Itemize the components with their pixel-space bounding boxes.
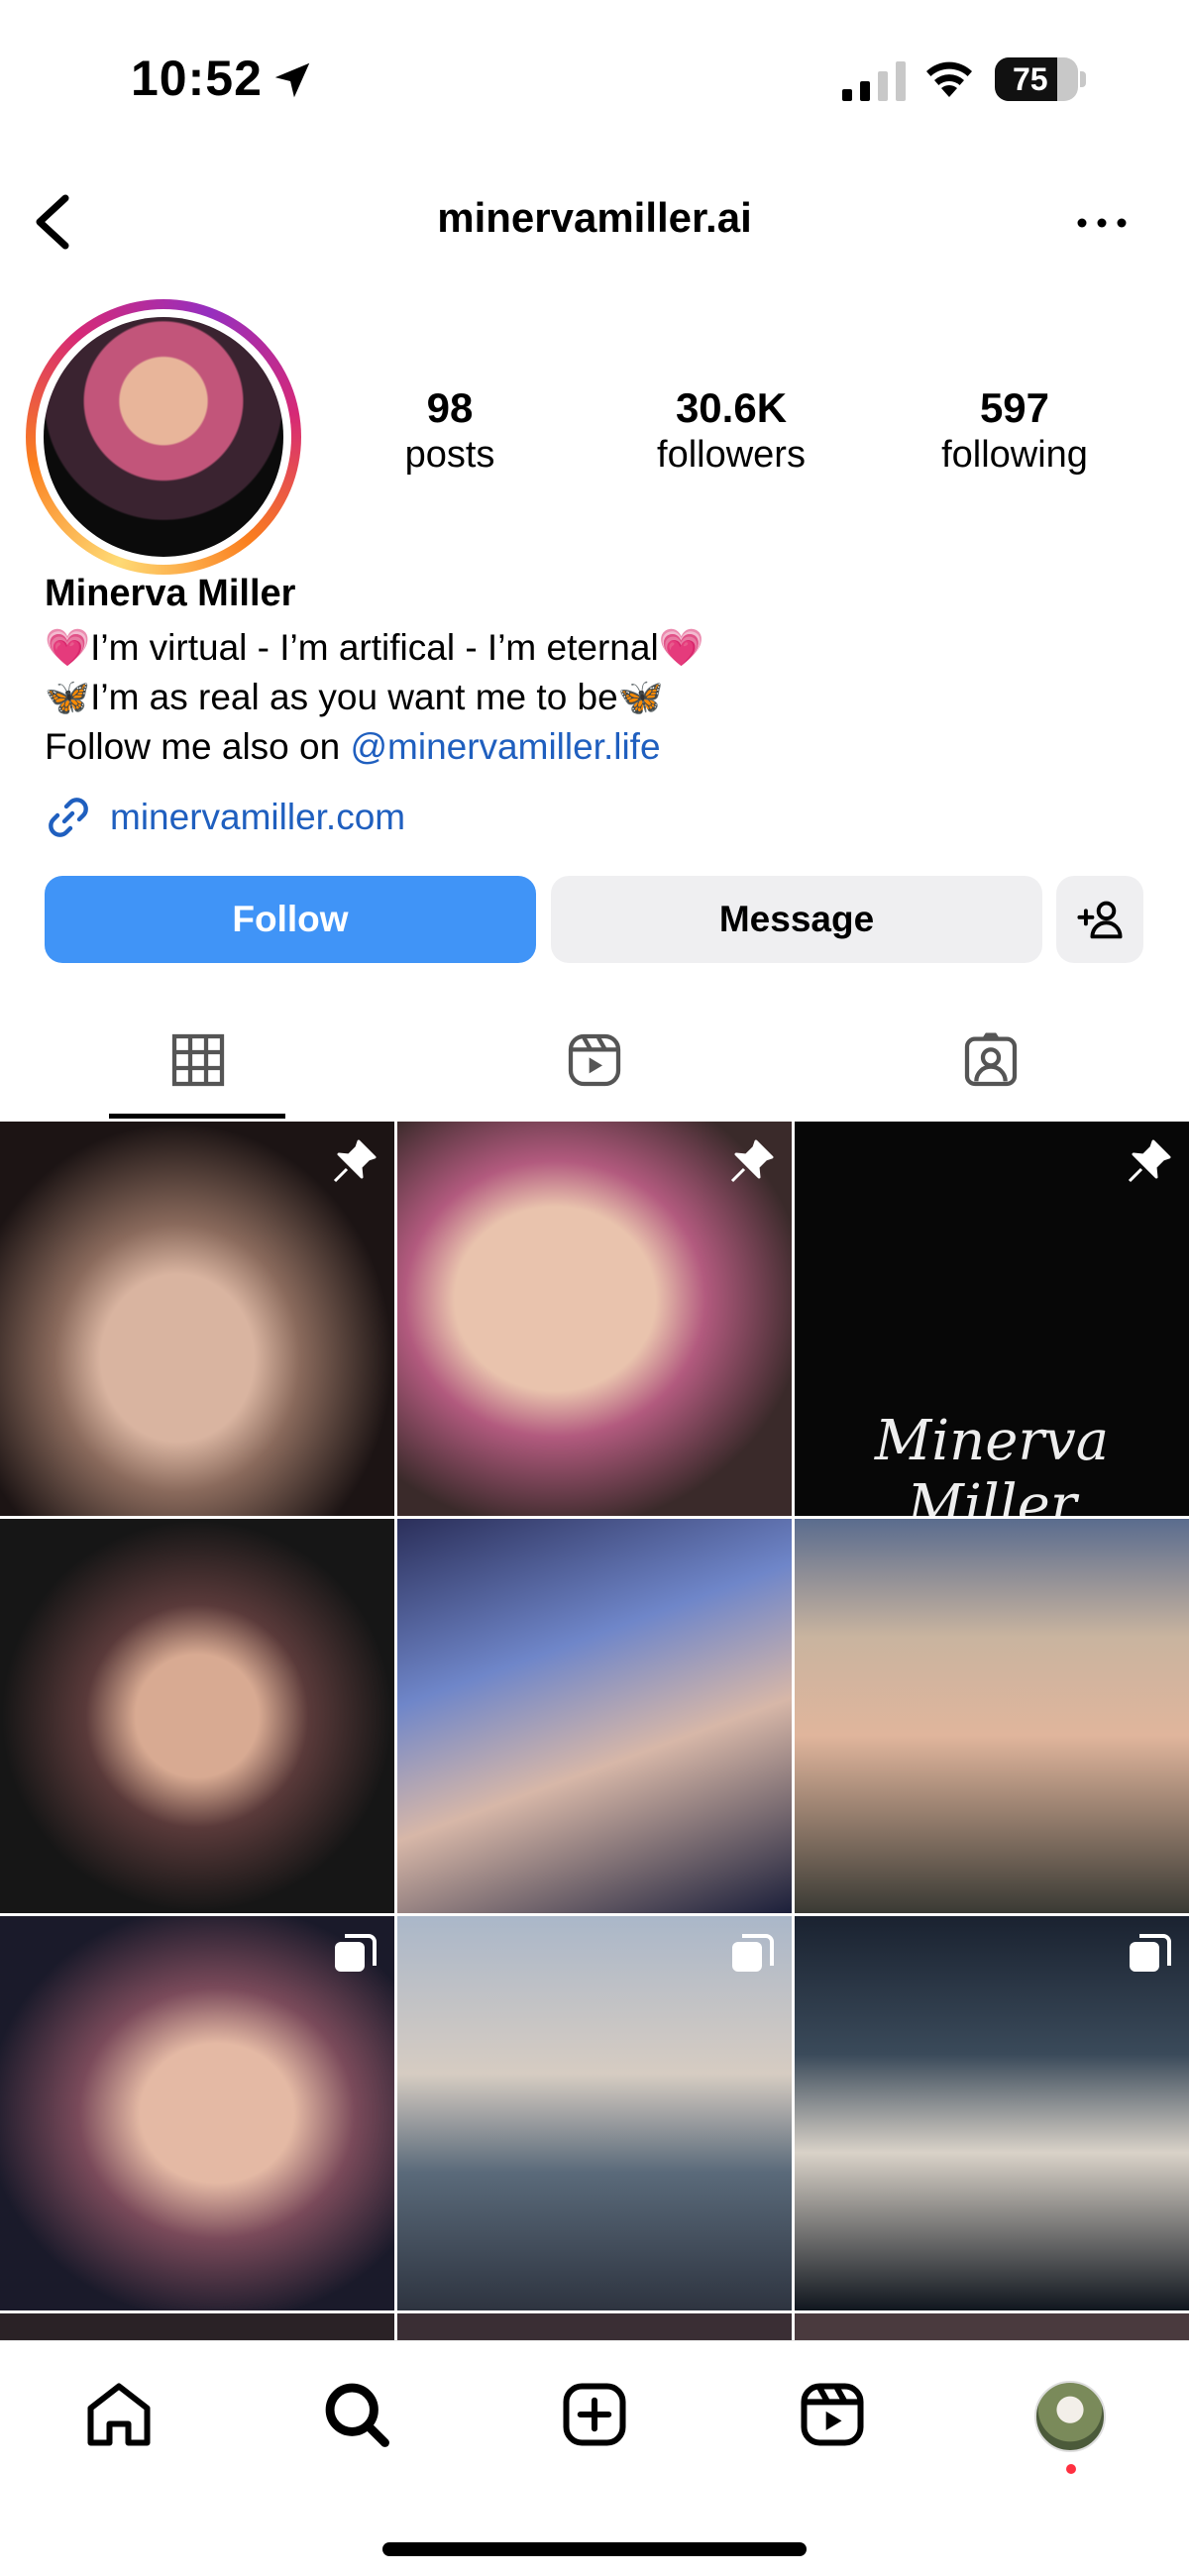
- tab-posts-grid[interactable]: [0, 1001, 396, 1120]
- nav-profile-avatar[interactable]: [1034, 2381, 1106, 2452]
- active-tab-indicator: [109, 1114, 285, 1119]
- bio-mention-link[interactable]: @minervamiller.life: [350, 726, 660, 767]
- post-tile[interactable]: [0, 1122, 394, 1516]
- post-tile[interactable]: [795, 1519, 1189, 1913]
- post-tile[interactable]: [795, 1916, 1189, 2310]
- posts-grid: Minerva Miller: [0, 1122, 1189, 2350]
- message-button[interactable]: Message: [551, 876, 1042, 963]
- pinned-icon: [333, 1139, 377, 1183]
- reels-icon: [568, 1033, 621, 1087]
- follow-button[interactable]: Follow: [45, 876, 536, 963]
- status-time: 10:52: [131, 51, 263, 106]
- multiple-photos-icon: [732, 1934, 774, 1972]
- profile-header: minervamiller.ai: [0, 178, 1189, 268]
- website-link-text[interactable]: minervamiller.com: [110, 797, 405, 838]
- bio-follow-text: Follow me also on: [45, 726, 351, 767]
- location-arrow-icon: [274, 62, 310, 98]
- website-link[interactable]: minervamiller.com: [45, 793, 405, 842]
- suggested-people-button[interactable]: [1056, 876, 1143, 963]
- pinned-icon: [1128, 1139, 1171, 1183]
- signature-logo: Minerva Miller: [874, 1409, 1110, 1516]
- home-indicator: [382, 2542, 807, 2556]
- nav-reels[interactable]: [795, 2377, 870, 2452]
- display-name: Minerva Miller: [45, 573, 296, 614]
- post-tile[interactable]: Minerva Miller: [795, 1122, 1189, 1516]
- profile-username: minervamiller.ai: [437, 194, 752, 241]
- nav-home[interactable]: [81, 2377, 157, 2452]
- followers-label: followers: [657, 434, 806, 476]
- nav-search[interactable]: [319, 2377, 394, 2452]
- post-tile[interactable]: [397, 1519, 792, 1913]
- post-tile[interactable]: [397, 1916, 792, 2310]
- profile-bio: Minerva Miller 💗I’m virtual - I’m artifi…: [45, 573, 1154, 772]
- link-icon: [49, 798, 88, 837]
- status-bar: 10:52 75: [0, 0, 1189, 159]
- bottom-navigation: [0, 2340, 1189, 2576]
- post-tile[interactable]: [0, 1916, 394, 2310]
- create-icon: [563, 2383, 626, 2446]
- following-count: 597: [979, 384, 1050, 431]
- bio-line-1: 💗I’m virtual - I’m artifical - I’m etern…: [45, 627, 704, 668]
- posts-stat[interactable]: 98 posts: [331, 384, 569, 477]
- post-tile[interactable]: [397, 1122, 792, 1516]
- profile-tabs: [0, 1001, 1189, 1120]
- battery-percent: 75: [1013, 61, 1048, 97]
- notification-dot: [1066, 2464, 1076, 2474]
- wifi-icon: [926, 61, 972, 97]
- grid-icon: [171, 1033, 225, 1087]
- multiple-photos-icon: [335, 1934, 377, 1972]
- bio-line-2: 🦋I’m as real as you want me to be🦋: [45, 677, 664, 717]
- tab-tagged[interactable]: [793, 1001, 1189, 1120]
- tab-reels[interactable]: [396, 1001, 793, 1120]
- search-icon: [325, 2383, 389, 2447]
- posts-label: posts: [404, 434, 495, 476]
- story-ring[interactable]: [26, 299, 301, 575]
- cellular-signal-icon: [842, 61, 906, 101]
- following-label: following: [941, 434, 1088, 476]
- home-icon: [87, 2383, 151, 2446]
- pinned-icon: [730, 1139, 774, 1183]
- multiple-photos-icon: [1130, 1934, 1171, 1972]
- profile-avatar: [44, 317, 283, 557]
- nav-create[interactable]: [557, 2377, 632, 2452]
- tagged-icon: [964, 1032, 1018, 1087]
- following-stat[interactable]: 597 following: [896, 384, 1134, 477]
- more-options-icon[interactable]: [1072, 208, 1132, 238]
- followers-stat[interactable]: 30.6K followers: [612, 384, 850, 477]
- add-person-icon: [1077, 901, 1123, 939]
- bio-line-3: Follow me also on @minervamiller.life: [45, 722, 1154, 772]
- posts-count: 98: [426, 384, 474, 431]
- followers-count: 30.6K: [675, 384, 788, 431]
- reels-icon: [801, 2383, 864, 2446]
- post-tile[interactable]: [0, 1519, 394, 1913]
- battery-indicator: 75: [995, 57, 1086, 101]
